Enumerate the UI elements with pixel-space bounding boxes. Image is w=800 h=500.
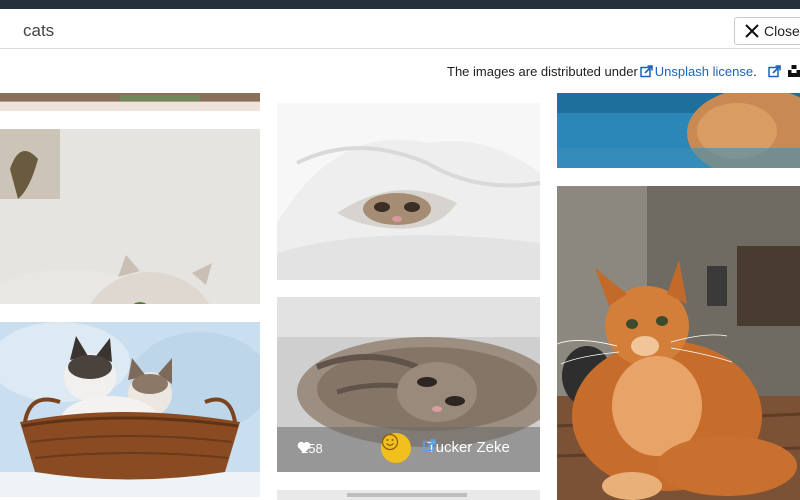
photo-tile[interactable]: 258 Tucker Zeke: [277, 297, 540, 472]
photo-image: [557, 186, 800, 500]
photo-image: [277, 103, 540, 280]
likes-badge[interactable]: 258: [297, 441, 323, 456]
photo-tile[interactable]: [277, 490, 540, 500]
author-name: Tucker Zeke: [427, 439, 510, 456]
heart-icon: [297, 441, 311, 454]
top-bar: [0, 0, 800, 9]
external-link-icon: [640, 64, 653, 77]
smiley-avatar-icon: [381, 433, 399, 451]
photo-tile[interactable]: [0, 93, 260, 111]
photo-image: [0, 93, 260, 111]
photo-image: [0, 322, 260, 497]
close-label: Close: [764, 23, 800, 39]
unsplash-license-link[interactable]: Unsplash license: [655, 64, 753, 79]
photo-tile[interactable]: [0, 129, 260, 304]
photo-tile[interactable]: [277, 103, 540, 280]
search-bar[interactable]: cats Close: [0, 9, 800, 49]
license-text: The images are distributed under: [447, 63, 638, 79]
author-avatar[interactable]: [381, 433, 411, 463]
photo-tile[interactable]: [0, 322, 260, 497]
author-link[interactable]: Tucker Zeke: [423, 439, 510, 456]
close-icon: [745, 24, 759, 38]
photo-tile[interactable]: [557, 186, 800, 500]
license-notice: The images are distributed under Unsplas…: [447, 62, 800, 80]
external-link-icon: [423, 439, 436, 452]
license-period: .: [753, 63, 757, 79]
photo-tile[interactable]: [557, 93, 800, 168]
close-button[interactable]: Close: [734, 17, 800, 45]
search-query[interactable]: cats: [23, 21, 54, 41]
photo-image: [0, 129, 260, 304]
photo-image: [277, 490, 540, 500]
unsplash-logo-icon[interactable]: [787, 65, 800, 77]
photo-image: [557, 93, 800, 168]
external-link-icon[interactable]: [767, 64, 781, 78]
